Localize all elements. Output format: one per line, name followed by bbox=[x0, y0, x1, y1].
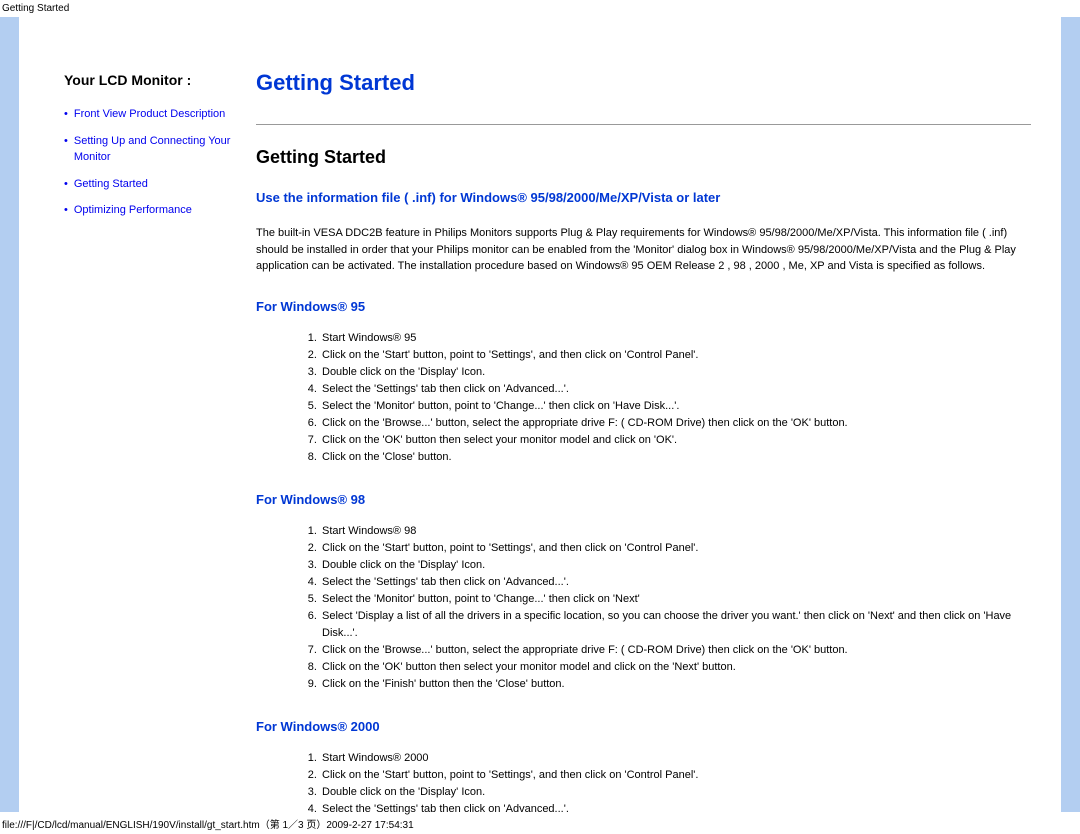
page-title: Getting Started bbox=[256, 70, 1031, 96]
step: Click on the 'Close' button. bbox=[320, 449, 1031, 466]
sidebar-item-getting-started: • Getting Started bbox=[64, 176, 256, 193]
steps-win2000: Start Windows® 2000 Click on the 'Start'… bbox=[320, 750, 1031, 818]
section-win98: For Windows® 98 Start Windows® 98 Click … bbox=[256, 492, 1031, 693]
step: Select 'Display a list of all the driver… bbox=[320, 608, 1031, 642]
main-content: Getting Started Getting Started Use the … bbox=[256, 17, 1061, 812]
section-win95: For Windows® 95 Start Windows® 95 Click … bbox=[256, 299, 1031, 466]
footer-path: file:///F|/CD/lcd/manual/ENGLISH/190V/in… bbox=[2, 816, 414, 831]
link-setting-up[interactable]: Setting Up and Connecting Your Monitor bbox=[74, 133, 256, 166]
step: Click on the 'OK' button then select you… bbox=[320, 659, 1031, 676]
step: Click on the 'Finish' button then the 'C… bbox=[320, 676, 1031, 693]
step: Start Windows® 2000 bbox=[320, 750, 1031, 767]
intro-paragraph: The built-in VESA DDC2B feature in Phili… bbox=[256, 225, 1031, 275]
divider bbox=[256, 124, 1031, 125]
sidebar-item-setting-up: •Setting Up and Connecting Your Monitor bbox=[64, 133, 256, 166]
heading-win95: For Windows® 95 bbox=[256, 299, 1031, 314]
bullet-icon: • bbox=[64, 133, 68, 166]
page-body: Your LCD Monitor : • Front View Product D… bbox=[0, 17, 1080, 812]
section-subtitle: Getting Started bbox=[256, 147, 1031, 168]
bullet-icon: • bbox=[64, 176, 68, 193]
step: Click on the 'Browse...' button, select … bbox=[320, 642, 1031, 659]
right-decorative-bar bbox=[1061, 17, 1080, 812]
sidebar-list: •Front View Product Description •Setting… bbox=[64, 106, 256, 219]
link-front-view[interactable]: Front View Product Description bbox=[74, 106, 225, 123]
steps-win98: Start Windows® 98 Click on the 'Start' b… bbox=[320, 523, 1031, 693]
step: Click on the 'Browse...' button, select … bbox=[320, 415, 1031, 432]
step: Select the 'Settings' tab then click on … bbox=[320, 381, 1031, 398]
left-decorative-bar bbox=[0, 17, 19, 812]
step: Select the 'Settings' tab then click on … bbox=[320, 801, 1031, 818]
section-win2000: For Windows® 2000 Start Windows® 2000 Cl… bbox=[256, 719, 1031, 818]
step: Click on the 'Start' button, point to 'S… bbox=[320, 540, 1031, 557]
link-getting-started[interactable]: Getting Started bbox=[74, 176, 148, 193]
step: Select the 'Settings' tab then click on … bbox=[320, 574, 1031, 591]
sidebar-item-optimizing: • Optimizing Performance bbox=[64, 202, 256, 219]
left-margin bbox=[19, 17, 64, 812]
sidebar: Your LCD Monitor : • Front View Product D… bbox=[64, 17, 256, 812]
sidebar-heading: Your LCD Monitor : bbox=[64, 72, 256, 88]
sidebar-item-front-view: • Front View Product Description bbox=[64, 106, 256, 123]
link-optimizing[interactable]: Optimizing Performance bbox=[74, 202, 192, 219]
step: Double click on the 'Display' Icon. bbox=[320, 364, 1031, 381]
step: Double click on the 'Display' Icon. bbox=[320, 557, 1031, 574]
step: Click on the 'Start' button, point to 'S… bbox=[320, 767, 1031, 784]
heading-win98: For Windows® 98 bbox=[256, 492, 1031, 507]
step: Click on the 'Start' button, point to 'S… bbox=[320, 347, 1031, 364]
step: Click on the 'OK' button then select you… bbox=[320, 432, 1031, 449]
step: Start Windows® 98 bbox=[320, 523, 1031, 540]
window-title: Getting Started bbox=[0, 0, 1080, 17]
heading-win2000: For Windows® 2000 bbox=[256, 719, 1031, 734]
bullet-icon: • bbox=[64, 202, 68, 219]
step: Select the 'Monitor' button, point to 'C… bbox=[320, 398, 1031, 415]
step: Start Windows® 95 bbox=[320, 330, 1031, 347]
steps-win95: Start Windows® 95 Click on the 'Start' b… bbox=[320, 330, 1031, 466]
bullet-icon: • bbox=[64, 106, 68, 123]
inf-file-heading: Use the information file ( .inf) for Win… bbox=[256, 190, 1031, 205]
step: Double click on the 'Display' Icon. bbox=[320, 784, 1031, 801]
step: Select the 'Monitor' button, point to 'C… bbox=[320, 591, 1031, 608]
